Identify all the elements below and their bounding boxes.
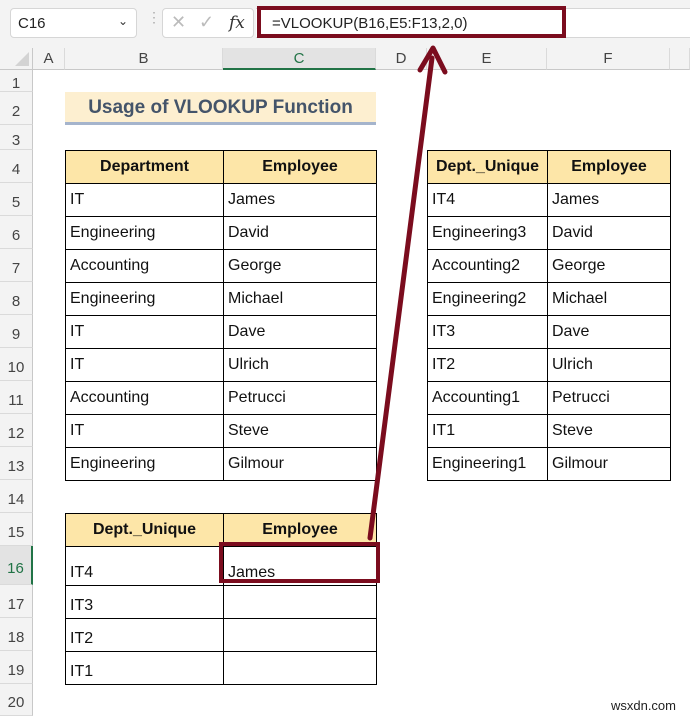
watermark: wsxdn.com [610, 698, 676, 713]
annotation-arrow [367, 45, 448, 541]
arrow-shaft [367, 55, 435, 541]
